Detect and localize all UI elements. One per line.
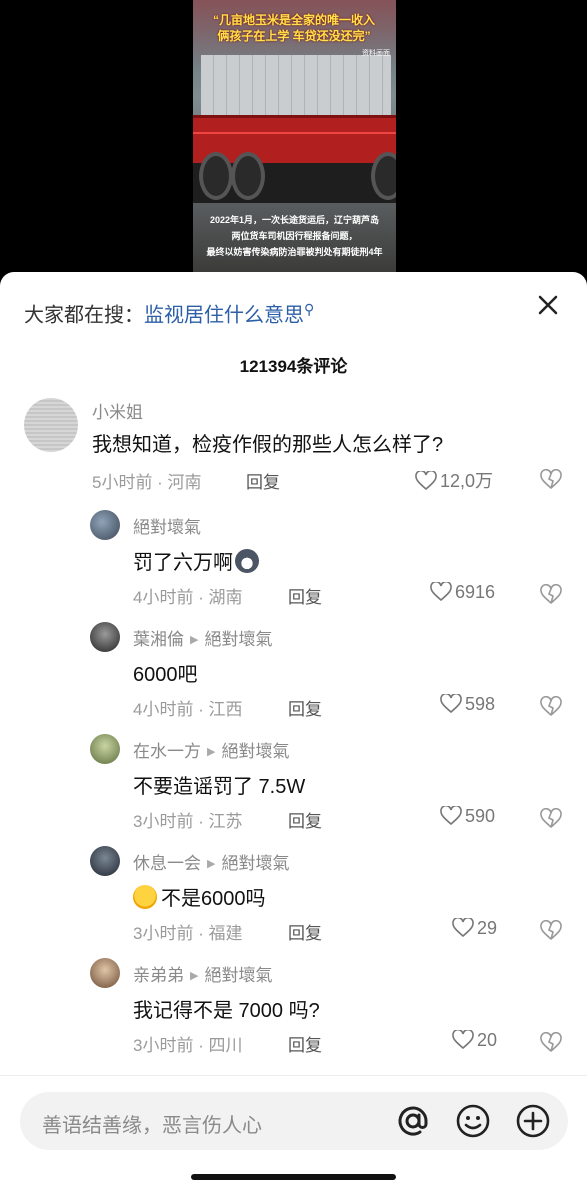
comment-text: 不是6000吗 bbox=[133, 882, 266, 911]
broken-heart-icon[interactable] bbox=[540, 584, 562, 606]
reply-button[interactable]: 回复 bbox=[288, 695, 322, 720]
video-caption: 2022年1月，一次长途货运后，辽宁葫芦岛 两位货车司机因行程报备问题， 最终以… bbox=[206, 215, 383, 257]
comment-text: 我记得不是 7000 吗? bbox=[133, 1000, 320, 1022]
broken-heart-icon[interactable] bbox=[540, 1032, 562, 1054]
cat-face-icon bbox=[235, 549, 259, 573]
like-count: 6916 bbox=[455, 582, 496, 602]
comment-text: 6000吧 bbox=[133, 664, 198, 686]
broken-heart-icon[interactable] bbox=[540, 696, 562, 718]
comment-text: 不要造谣罚了 7.5W bbox=[133, 776, 306, 798]
like-button[interactable]: 29 bbox=[452, 916, 498, 939]
like-button[interactable]: 20 bbox=[452, 1028, 498, 1051]
comment-meta: 4小时前 · 江西 bbox=[133, 700, 243, 719]
video-quote: “几亩地玉米是全家的唯一收入 俩孩子在上学 车贷还没还完” bbox=[212, 13, 375, 43]
like-button[interactable]: 598 bbox=[440, 692, 496, 715]
like-count: 12,0万 bbox=[440, 471, 494, 491]
comment-meta: 3小时前 · 四川 bbox=[133, 1036, 243, 1055]
comment-meta: 3小时前 · 江苏 bbox=[133, 812, 243, 831]
avatar[interactable] bbox=[24, 398, 78, 452]
broken-heart-icon[interactable] bbox=[540, 469, 562, 491]
comment-username[interactable]: 亲弟弟 ▶ 絕對壞氣 bbox=[133, 961, 272, 986]
video-wheel bbox=[231, 152, 265, 200]
heart-icon bbox=[452, 1028, 474, 1050]
comment-meta: 5小时前 · 河南 bbox=[92, 473, 202, 492]
comment-meta: 3小时前 · 福建 bbox=[133, 924, 243, 943]
heart-icon bbox=[430, 580, 452, 602]
heart-icon bbox=[440, 804, 462, 826]
reply-button[interactable]: 回复 bbox=[288, 919, 322, 944]
video-cargo bbox=[201, 55, 391, 115]
reply-button[interactable]: 回复 bbox=[288, 583, 322, 608]
reply-arrow-icon: ▶ bbox=[207, 746, 216, 758]
reply-arrow-icon: ▶ bbox=[207, 858, 216, 870]
comment-input[interactable]: 善语结善缘，恶言伤人心 bbox=[20, 1092, 568, 1150]
trending-search-label: 大家都在搜： bbox=[24, 304, 144, 327]
at-icon[interactable] bbox=[394, 1102, 432, 1140]
trending-search-query[interactable]: 监视居住什么意思 bbox=[144, 305, 304, 327]
reply-button[interactable]: 回复 bbox=[288, 1031, 322, 1056]
heart-icon bbox=[452, 916, 474, 938]
trending-search[interactable]: 大家都在搜：监视居住什么意思⚲ bbox=[24, 296, 314, 329]
comment-username[interactable]: 絕對壞氣 bbox=[133, 513, 201, 538]
like-count: 590 bbox=[465, 806, 496, 826]
video-credit: 资料画面 bbox=[362, 50, 390, 57]
heart-icon bbox=[440, 692, 462, 714]
home-indicator bbox=[191, 1174, 396, 1180]
like-button[interactable]: 590 bbox=[440, 804, 496, 827]
avatar[interactable] bbox=[90, 846, 120, 876]
like-button[interactable]: 12,0万 bbox=[415, 467, 493, 493]
comment-username[interactable]: 小米姐 bbox=[92, 398, 143, 423]
like-count: 29 bbox=[477, 918, 498, 938]
comment-username[interactable]: 休息一会 ▶ 絕對壞氣 bbox=[133, 849, 289, 874]
comment-input-placeholder: 善语结善缘，恶言伤人心 bbox=[42, 1115, 262, 1137]
video-wheel bbox=[199, 152, 233, 200]
comment-sheet: 大家都在搜：监视居住什么意思⚲ 121394条评论 小米姐 我想知道，检疫作假的… bbox=[0, 272, 587, 1200]
reply-button[interactable]: 回复 bbox=[288, 807, 322, 832]
like-count: 598 bbox=[465, 694, 496, 714]
like-button[interactable]: 6916 bbox=[430, 580, 496, 603]
comment-username[interactable]: 葉湘倫 ▶ 絕對壞氣 bbox=[133, 625, 272, 650]
avatar[interactable] bbox=[90, 958, 120, 988]
laughing-face-icon bbox=[133, 885, 157, 909]
heart-icon bbox=[415, 469, 437, 491]
comment-input-bar: 善语结善缘，恶言伤人心 bbox=[0, 1075, 587, 1200]
broken-heart-icon[interactable] bbox=[540, 808, 562, 830]
comment-count: 121394条评论 bbox=[239, 357, 348, 376]
comment-meta: 4小时前 · 湖南 bbox=[133, 588, 243, 607]
reply-arrow-icon: ▶ bbox=[190, 634, 199, 646]
reply-button[interactable]: 回复 bbox=[246, 468, 280, 493]
video-player[interactable]: “几亩地玉米是全家的唯一收入 俩孩子在上学 车贷还没还完” 资料画面 2022年… bbox=[193, 0, 396, 275]
like-count: 20 bbox=[477, 1030, 498, 1050]
emoji-icon[interactable] bbox=[454, 1102, 492, 1140]
plus-icon[interactable] bbox=[514, 1102, 552, 1140]
comment-text: 罚了六万啊 bbox=[133, 546, 259, 575]
close-icon[interactable] bbox=[531, 288, 565, 322]
comment-text: 我想知道，检疫作假的那些人怎么样了? bbox=[92, 434, 444, 456]
avatar[interactable] bbox=[90, 622, 120, 652]
reply-arrow-icon: ▶ bbox=[190, 970, 199, 982]
comment-username[interactable]: 在水一方 ▶ 絕對壞氣 bbox=[133, 737, 289, 762]
broken-heart-icon[interactable] bbox=[540, 920, 562, 942]
avatar[interactable] bbox=[90, 734, 120, 764]
search-icon: ⚲ bbox=[304, 301, 315, 317]
avatar[interactable] bbox=[90, 510, 120, 540]
